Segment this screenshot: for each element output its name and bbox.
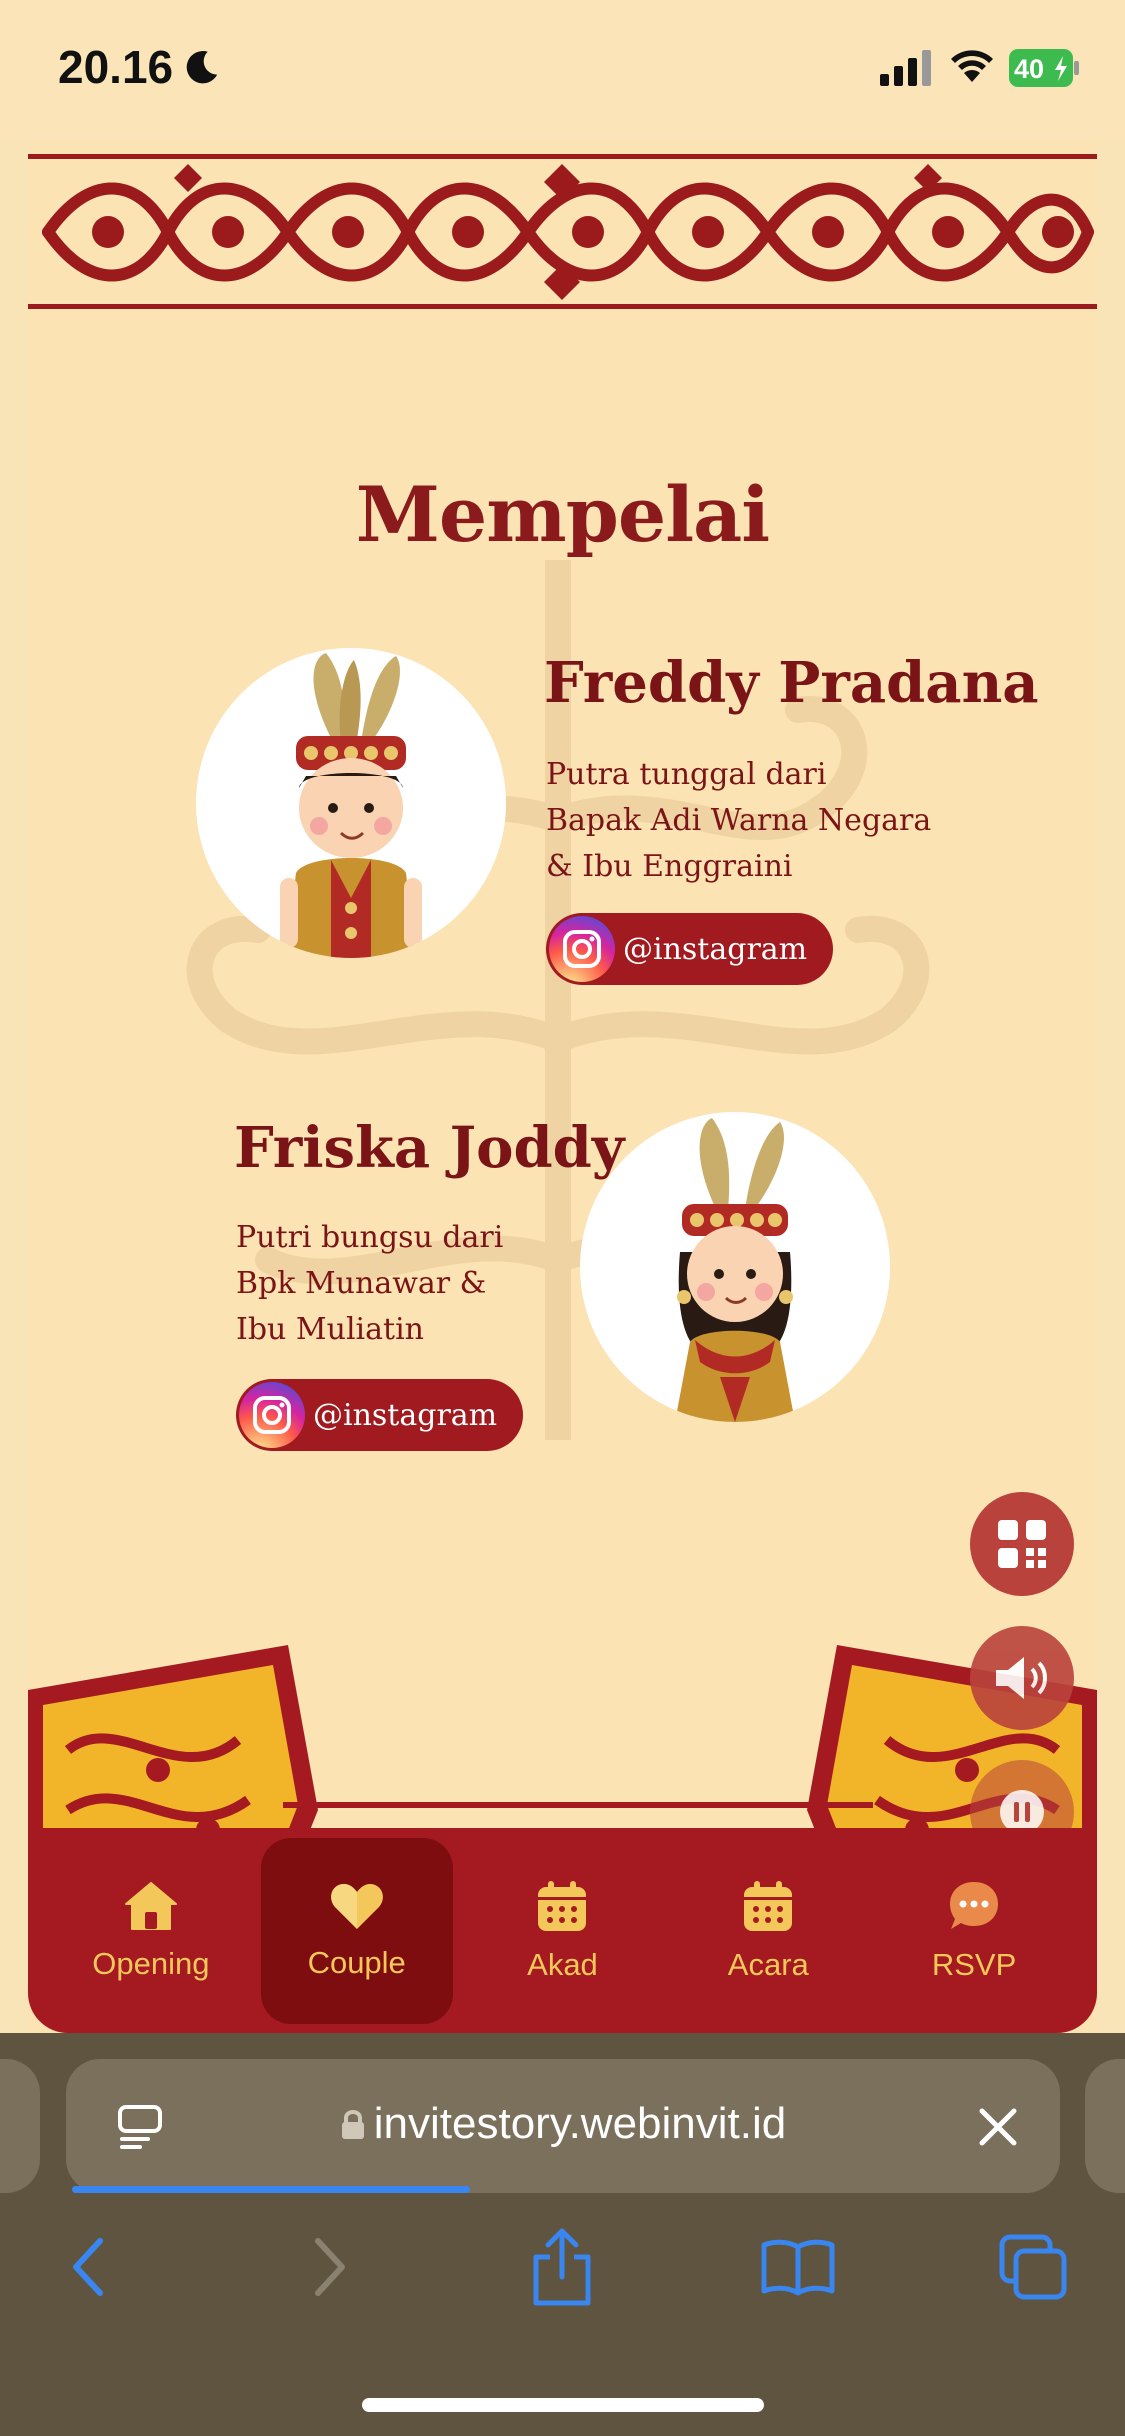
- bookmarks-icon[interactable]: [760, 2237, 836, 2297]
- nav-item-rsvp[interactable]: RSVP: [878, 1838, 1070, 2024]
- battery-icon: 40: [1009, 49, 1079, 87]
- groom-parents-line: Putra tunggal dari: [546, 757, 827, 792]
- groom-illustration: [280, 653, 422, 958]
- nav-label: Opening: [92, 1945, 210, 1981]
- bride-parents-line: Putri bungsu dari: [236, 1220, 504, 1255]
- groom-instagram-handle: @instagram: [623, 931, 808, 967]
- chat-icon: [950, 1881, 999, 1929]
- bottom-nav: Opening Couple Akad Acara RSVP: [28, 1828, 1097, 2033]
- groom-instagram-button[interactable]: @instagram: [546, 913, 834, 985]
- sound-button[interactable]: [970, 1626, 1074, 1730]
- bride-instagram-button[interactable]: @instagram: [236, 1379, 524, 1451]
- bride-parents-line: Ibu Muliatin: [236, 1312, 424, 1347]
- section-title: Mempelai: [355, 470, 770, 559]
- battery-level: 40: [1014, 54, 1044, 84]
- next-tab-peek[interactable]: [1085, 2059, 1125, 2193]
- nav-label: Acara: [727, 1946, 809, 1982]
- bride-avatar: [580, 1112, 890, 1422]
- url-text: invitestory.webinvit.id: [373, 2099, 787, 2148]
- calendar-icon: [538, 1880, 587, 1931]
- instagram-icon: [239, 1382, 305, 1448]
- forward-arrow-icon[interactable]: [310, 2235, 350, 2299]
- bride-instagram-handle: @instagram: [313, 1397, 498, 1433]
- speaker-icon: [996, 1657, 1047, 1699]
- groom-parents-line: Bapak Adi Warna Negara: [546, 803, 932, 838]
- nav-item-couple[interactable]: Couple: [260, 1837, 453, 2024]
- bride-parents-line: Bpk Munawar &: [236, 1266, 487, 1301]
- bride-name: Friska Joddy: [234, 1115, 625, 1181]
- browser-toolbar: invitestory.webinvit.id: [0, 2033, 1125, 2436]
- tabs-icon[interactable]: [998, 2233, 1068, 2301]
- moon-icon: [186, 51, 218, 84]
- bride-illustration: [675, 1118, 795, 1422]
- nav-label: RSVP: [931, 1946, 1017, 1982]
- top-ornament-band: [28, 154, 1097, 309]
- heart-icon: [330, 1883, 383, 1929]
- status-time: 20.16: [58, 41, 174, 93]
- page-load-progress: [72, 2186, 470, 2193]
- status-bar: 20.16 40: [0, 0, 1125, 140]
- nav-item-akad[interactable]: Akad: [466, 1838, 658, 2024]
- lock-icon: [341, 2110, 364, 2139]
- qr-code-icon: [998, 1520, 1046, 1568]
- instagram-icon: [549, 916, 615, 982]
- qr-code-button[interactable]: [970, 1492, 1074, 1596]
- home-indicator[interactable]: [362, 2398, 764, 2412]
- back-arrow-icon[interactable]: [68, 2235, 108, 2299]
- close-icon[interactable]: [976, 2105, 1020, 2149]
- groom-parents: Putra tunggal dari Bapak Adi Warna Negar…: [546, 752, 931, 890]
- previous-tab-peek[interactable]: [0, 2059, 40, 2193]
- share-icon[interactable]: [530, 2227, 594, 2307]
- nav-item-opening[interactable]: Opening: [55, 1838, 247, 2024]
- wifi-icon: [951, 50, 993, 82]
- invitation-card: Mempelai Freddy Pradana Putra tunggal da…: [28, 140, 1097, 2033]
- calendar-icon: [744, 1880, 793, 1931]
- bride-parents: Putri bungsu dari Bpk Munawar & Ibu Muli…: [236, 1215, 503, 1353]
- groom-parents-line: & Ibu Enggraini: [546, 849, 793, 884]
- cellular-signal-icon: [880, 50, 931, 86]
- groom-avatar: [196, 648, 506, 958]
- url-display[interactable]: invitestory.webinvit.id: [66, 2099, 1060, 2149]
- nav-label: Akad: [527, 1946, 598, 1982]
- groom-name: Freddy Pradana: [544, 650, 1039, 716]
- nav-label: Couple: [307, 1944, 406, 1980]
- address-bar[interactable]: invitestory.webinvit.id: [66, 2059, 1060, 2193]
- nav-item-acara[interactable]: Acara: [672, 1838, 864, 2024]
- home-icon: [124, 1881, 177, 1930]
